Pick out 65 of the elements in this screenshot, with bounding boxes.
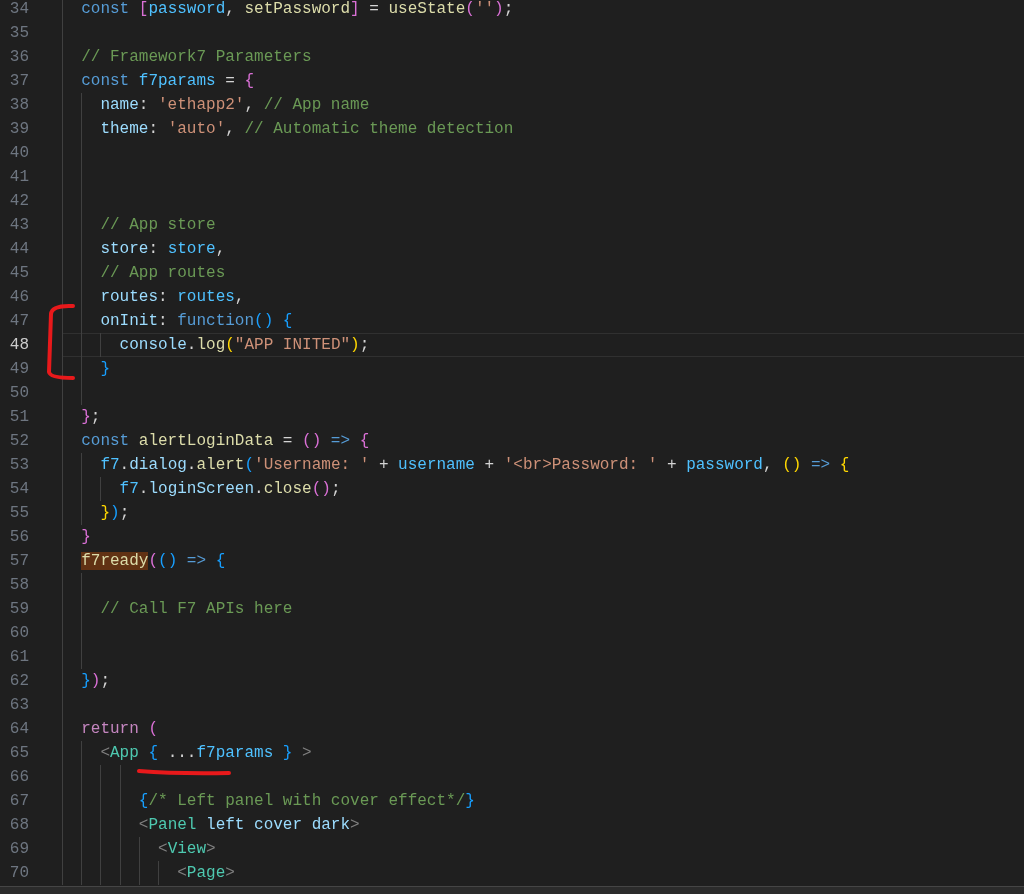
line-number: 52 — [8, 431, 29, 452]
line-number: 40 — [8, 143, 29, 164]
line-number: 53 — [8, 455, 29, 476]
code-line: // App store — [100, 216, 216, 234]
code-line: f7.loginScreen.close(); — [119, 480, 341, 498]
code-line: <Panel left cover dark> — [138, 816, 360, 834]
code-line: }; — [81, 408, 101, 426]
line-number: 55 — [8, 503, 29, 524]
line-number: 37 — [8, 71, 29, 92]
line-number: 49 — [8, 359, 29, 380]
code-line: {/* Left panel with cover effect*/} — [138, 792, 475, 810]
line-number: 36 — [8, 47, 29, 68]
code-line: // Call F7 APIs here — [100, 600, 293, 618]
line-number: 65 — [8, 743, 29, 764]
line-number: 50 — [8, 383, 29, 404]
line-number: 43 — [8, 215, 29, 236]
line-number: 63 — [8, 695, 29, 716]
line-number: 45 — [8, 263, 29, 284]
code-line: // Framework7 Parameters — [81, 48, 312, 66]
code-line: <View> — [158, 840, 216, 858]
line-number: 68 — [8, 815, 29, 836]
line-number: 64 — [8, 719, 29, 740]
line-number: 62 — [8, 671, 29, 692]
code-line: const f7params = { — [81, 72, 255, 90]
code-line: store: store, — [100, 240, 226, 258]
line-number: 56 — [8, 527, 29, 548]
line-number: 69 — [8, 839, 29, 860]
horizontal-scrollbar[interactable] — [0, 886, 1024, 894]
code-line: f7ready(() => { — [81, 552, 226, 570]
code-line: console.log("APP INITED"); — [119, 336, 370, 354]
code-line: const alertLoginData = () => { — [81, 432, 370, 450]
line-number: 48 — [8, 335, 29, 356]
line-number: 34 — [8, 0, 29, 20]
code-line: theme: 'auto', // Automatic theme detection — [100, 120, 514, 138]
line-number: 38 — [8, 95, 29, 116]
line-number: 60 — [8, 623, 29, 644]
code-line: }); — [100, 504, 130, 522]
line-number: 35 — [8, 23, 29, 44]
code-line: }); — [81, 672, 111, 690]
line-number: 44 — [8, 239, 29, 260]
line-number: 47 — [8, 311, 29, 332]
line-number: 39 — [8, 119, 29, 140]
code-line: <Page> — [177, 864, 235, 882]
line-number: 51 — [8, 407, 29, 428]
code-line: f7.dialog.alert('Username: ' + username + '<br>Password: ' + password, () => { — [100, 456, 850, 474]
line-number: 57 — [8, 551, 29, 572]
code-line: } — [81, 528, 91, 546]
line-number: 41 — [8, 167, 29, 188]
line-number: 46 — [8, 287, 29, 308]
line-number: 58 — [8, 575, 29, 596]
code-line: // App routes — [100, 264, 226, 282]
code-line: name: 'ethapp2', // App name — [100, 96, 370, 114]
code-line: <App { ...f7params } > — [100, 744, 312, 762]
line-number: 59 — [8, 599, 29, 620]
code-line: const [password, setPassword] = useState(''); — [81, 0, 514, 18]
code-line: return ( — [81, 720, 159, 738]
line-number: 61 — [8, 647, 29, 668]
line-number: 42 — [8, 191, 29, 212]
code-line: routes: routes, — [100, 288, 245, 306]
line-number: 54 — [8, 479, 29, 500]
code-line: onInit: function() { — [100, 312, 293, 330]
line-number: 70 — [8, 863, 29, 884]
line-number: 66 — [8, 767, 29, 788]
line-number: 67 — [8, 791, 29, 812]
code-line: } — [100, 360, 110, 378]
